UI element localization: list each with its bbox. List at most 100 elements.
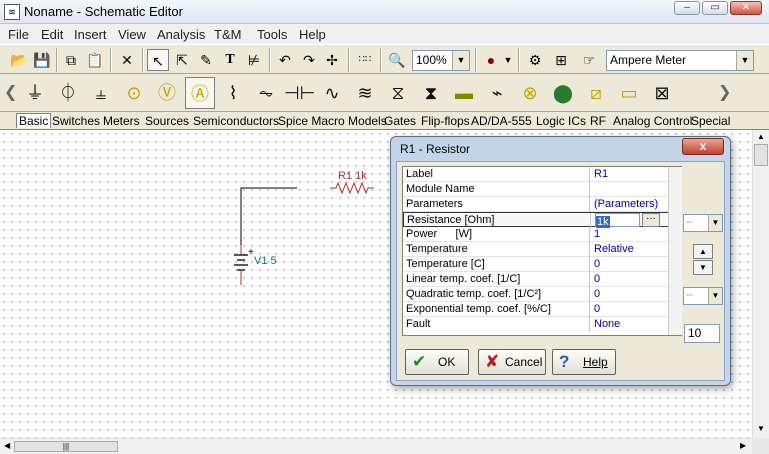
zoom-select[interactable]: 100% ▼: [412, 50, 470, 71]
tab-special[interactable]: Special: [691, 114, 730, 128]
spin-up-button[interactable]: ▲: [693, 244, 713, 259]
meter-select[interactable]: Ampere Meter ▼: [606, 50, 754, 71]
chevron-down-icon[interactable]: ▼: [502, 49, 514, 71]
variable-inductor-icon[interactable]: ≋: [350, 77, 380, 109]
probe-icon[interactable]: ⚙: [524, 49, 546, 71]
horizontal-scroll-thumb[interactable]: |||: [14, 441, 118, 452]
close-window-button[interactable]: ✕: [730, 1, 762, 15]
cancel-button[interactable]: ✘ Cancel: [478, 349, 546, 375]
menu-analysis[interactable]: Analysis: [157, 27, 205, 42]
unit-select[interactable]: -- ▼: [683, 214, 723, 232]
capacitor-icon[interactable]: ⊣⊢: [284, 77, 315, 109]
property-row[interactable]: Parameters (Parameters): [403, 197, 681, 212]
menu-help[interactable]: Help: [299, 27, 326, 42]
resistance-input[interactable]: 1k: [595, 213, 640, 228]
scroll-down-icon[interactable]: ▼: [757, 424, 765, 433]
coupled-inductor-icon[interactable]: ⧗: [416, 77, 446, 109]
voltmeter-icon[interactable]: Ⓥ: [152, 77, 182, 109]
tab-ad-da-555[interactable]: AD/DA-555: [471, 114, 532, 128]
menu-tools[interactable]: Tools: [257, 27, 287, 42]
meter-pointer-icon[interactable]: ☞: [578, 49, 600, 71]
tab-rf[interactable]: RF: [590, 114, 606, 128]
tab-sources[interactable]: Sources: [145, 114, 189, 128]
menu-edit[interactable]: Edit: [41, 27, 63, 42]
wire-select-icon[interactable]: ⇱: [171, 49, 193, 71]
menu-view[interactable]: View: [118, 27, 146, 42]
tab-logic-ics[interactable]: Logic ICs: [536, 114, 586, 128]
current-source-icon[interactable]: ⊙: [119, 77, 149, 109]
voltage-source-icon[interactable]: ⫨: [86, 77, 116, 109]
motor-icon[interactable]: ⬤: [548, 77, 578, 109]
property-grid-scrollbar[interactable]: [668, 167, 682, 335]
save-icon[interactable]: 💾: [31, 49, 53, 71]
paste-icon[interactable]: 📋: [84, 49, 106, 71]
menu-insert[interactable]: Insert: [74, 27, 107, 42]
dialog-close-button[interactable]: x: [682, 138, 724, 155]
open-folder-icon[interactable]: 📂: [8, 49, 30, 71]
tab-gates[interactable]: Gates: [384, 114, 416, 128]
property-row[interactable]: Temperature Relative: [403, 242, 681, 257]
property-row[interactable]: Power [W] 1: [403, 227, 681, 242]
tab-basic[interactable]: Basic: [16, 113, 52, 128]
inductor-icon[interactable]: ∿: [317, 77, 347, 109]
minimize-button[interactable]: –: [674, 1, 700, 15]
transformer-icon[interactable]: ⧖: [383, 77, 413, 109]
vertical-scrollbar[interactable]: ▲ ▼: [752, 130, 769, 438]
scroll-up-icon[interactable]: ▲: [757, 132, 765, 141]
horizontal-scrollbar[interactable]: ◀ ||| ▶: [0, 438, 752, 454]
maximize-button[interactable]: ▭: [702, 1, 728, 15]
property-row[interactable]: Module Name: [403, 182, 681, 197]
scroll-right-icon[interactable]: ▶: [740, 441, 746, 450]
fuse-icon[interactable]: ▬: [449, 77, 479, 109]
wire-delete-icon[interactable]: ⊭: [243, 49, 265, 71]
property-row-selected[interactable]: Resistance [Ohm] 1k ···: [403, 212, 681, 228]
rotate-left-icon[interactable]: ↶: [274, 49, 296, 71]
help-button[interactable]: ? Help: [552, 349, 616, 375]
source-label[interactable]: V1 5: [254, 255, 277, 267]
vertical-scroll-thumb[interactable]: [754, 144, 768, 166]
ground-icon[interactable]: ⏚: [20, 77, 50, 109]
tab-analog-control[interactable]: Analog Control: [613, 114, 692, 128]
delete-icon[interactable]: ✕: [116, 49, 138, 71]
property-row[interactable]: Exponential temp. coef. [%/C] 0: [403, 302, 681, 317]
tab-semiconductors[interactable]: Semiconductors: [193, 114, 279, 128]
led-icon[interactable]: ⧄: [581, 77, 611, 109]
impedance-icon[interactable]: ⊠: [647, 77, 677, 109]
select-arrow-icon[interactable]: ↖: [147, 49, 169, 71]
property-row[interactable]: Linear temp. coef. [1/C] 0: [403, 272, 681, 287]
scroll-left-icon[interactable]: ❮: [4, 82, 17, 102]
zoom-icon[interactable]: 🔍: [386, 49, 408, 71]
property-row[interactable]: Label R1: [403, 167, 681, 182]
relay-icon[interactable]: ▭: [614, 77, 644, 109]
mirror-icon[interactable]: ✢: [321, 49, 343, 71]
property-row[interactable]: Quadratic temp. coef. [1/C²] 0: [403, 287, 681, 302]
copy-icon[interactable]: ⧉: [60, 49, 82, 71]
resistor-icon[interactable]: ⌇: [218, 77, 248, 109]
switch-icon[interactable]: ⌁: [482, 77, 512, 109]
scroll-right-icon[interactable]: ❯: [718, 82, 731, 102]
tab-spice-macro-models[interactable]: Spice Macro Models: [278, 114, 387, 128]
spin-down-button[interactable]: ▼: [693, 260, 713, 275]
step-value-input[interactable]: 10: [684, 324, 720, 343]
tab-flip-flops[interactable]: Flip-flops: [421, 114, 470, 128]
ammeter-icon[interactable]: Ⓐ: [185, 77, 215, 109]
menu-file[interactable]: File: [8, 27, 29, 42]
battery-icon[interactable]: ⏀: [53, 77, 83, 109]
text-tool-icon[interactable]: T: [219, 49, 241, 71]
lamp-icon[interactable]: ⊗: [515, 77, 545, 109]
dc-analysis-icon[interactable]: ●: [480, 49, 502, 71]
scroll-left-icon[interactable]: ◀: [4, 441, 10, 450]
tab-switches[interactable]: Switches: [52, 114, 100, 128]
step-mode-select[interactable]: -- ▼: [683, 287, 723, 305]
pencil-icon[interactable]: ✎: [195, 49, 217, 71]
grid-icon[interactable]: ∷∷: [354, 49, 376, 71]
property-row[interactable]: Fault None: [403, 317, 681, 332]
ellipsis-button[interactable]: ···: [642, 213, 660, 227]
menu-tm[interactable]: T&M: [214, 27, 241, 42]
instrument-icon[interactable]: ⊞: [550, 49, 572, 71]
resistor-label[interactable]: R1 1k: [338, 170, 367, 182]
property-row[interactable]: Temperature [C] 0: [403, 257, 681, 272]
ok-button[interactable]: ✔ OK: [405, 349, 469, 375]
tab-meters[interactable]: Meters: [103, 114, 140, 128]
rotate-right-icon[interactable]: ↷: [298, 49, 320, 71]
